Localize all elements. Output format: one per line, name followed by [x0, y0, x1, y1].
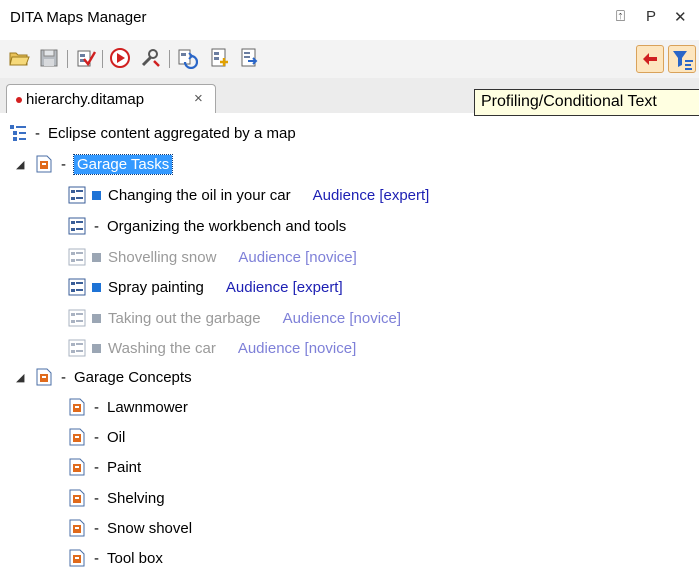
- separator-dash: -: [94, 549, 99, 567]
- item-label: Shelving: [107, 489, 165, 507]
- topichead-icon: [35, 368, 53, 386]
- concept-topic-icon: [68, 519, 86, 537]
- toolbar-separator: [102, 50, 103, 68]
- tree-item[interactable]: Spray painting Audience [expert]: [68, 273, 343, 301]
- item-label: Washing the car: [108, 339, 216, 357]
- profiling-tooltip: Profiling/Conditional Text: [474, 89, 699, 116]
- concept-topic-icon: [68, 489, 86, 507]
- tree-item[interactable]: Taking out the garbage Audience [novice]: [68, 304, 401, 332]
- item-label: Oil: [107, 428, 126, 446]
- refresh-references-icon[interactable]: [176, 47, 198, 69]
- tree-item[interactable]: - Shelving: [68, 484, 165, 512]
- item-label: Shovelling snow: [108, 248, 217, 266]
- show-profiling-icon[interactable]: [636, 45, 664, 73]
- task-topic-icon: [68, 217, 86, 235]
- separator-dash: -: [94, 428, 99, 446]
- separator-dash: -: [94, 217, 99, 235]
- open-folder-icon[interactable]: [8, 47, 30, 69]
- modified-indicator-icon: [16, 97, 22, 103]
- separator-dash: -: [94, 398, 99, 416]
- task-topic-icon: [68, 186, 86, 204]
- expanded-arrow-icon[interactable]: ◢: [16, 371, 28, 384]
- tree-item[interactable]: - Oil: [68, 423, 125, 451]
- item-label: Snow shovel: [107, 519, 193, 537]
- tab-hierarchy-ditamap[interactable]: hierarchy.ditamap ×: [6, 84, 216, 114]
- concept-topic-icon: [68, 428, 86, 446]
- audience-label: Audience [novice]: [282, 309, 402, 327]
- insert-topic-ref-icon[interactable]: [238, 47, 260, 69]
- profiling-marker-icon: [92, 282, 101, 292]
- toolbar: [0, 40, 699, 79]
- root-label: Eclipse content aggregated by a map: [48, 124, 296, 142]
- tree-item[interactable]: - Lawnmower: [68, 393, 188, 421]
- task-topic-icon: [68, 278, 86, 296]
- profiling-marker-icon: [92, 313, 101, 323]
- apply-transform-icon[interactable]: [109, 47, 131, 69]
- separator-dash: -: [35, 124, 40, 142]
- task-topic-icon: [68, 309, 86, 327]
- separator-dash: -: [61, 368, 66, 386]
- separator-dash: -: [61, 155, 66, 173]
- group-label: Garage Tasks: [72, 153, 174, 175]
- task-topic-icon: [68, 248, 86, 266]
- view-title: DITA Maps Manager: [10, 9, 147, 26]
- validate-map-icon[interactable]: [75, 47, 97, 69]
- concept-topic-icon: [68, 549, 86, 567]
- tree-group[interactable]: ◢ - Garage Tasks: [16, 150, 174, 178]
- item-label: Lawnmower: [107, 398, 188, 416]
- concept-topic-icon: [68, 398, 86, 416]
- item-label: Spray painting: [108, 278, 204, 296]
- tree-item[interactable]: - Tool box: [68, 544, 163, 572]
- audience-label: Audience [novice]: [237, 339, 357, 357]
- expanded-arrow-icon[interactable]: ◢: [16, 158, 28, 171]
- tree-item[interactable]: Shovelling snow Audience [novice]: [68, 243, 357, 271]
- tree-root[interactable]: - Eclipse content aggregated by a map: [9, 119, 296, 147]
- item-label: Paint: [107, 458, 142, 476]
- toolbar-separator: [169, 50, 170, 68]
- restore-icon[interactable]: ⍐: [616, 8, 625, 25]
- tree-item[interactable]: - Organizing the workbench and tools: [68, 212, 346, 240]
- profiling-marker-icon: [92, 252, 101, 262]
- item-label: Tool box: [107, 549, 163, 567]
- save-icon[interactable]: [38, 47, 60, 69]
- map-root-icon: [9, 124, 27, 142]
- concept-topic-icon: [68, 458, 86, 476]
- profiling-filter-icon[interactable]: [668, 45, 696, 73]
- tree-group[interactable]: ◢ - Garage Concepts: [16, 363, 192, 391]
- separator-dash: -: [94, 489, 99, 507]
- toolbar-separator: [67, 50, 68, 68]
- close-icon[interactable]: ✕: [674, 8, 687, 26]
- audience-label: Audience [expert]: [312, 186, 430, 204]
- tree-item[interactable]: - Snow shovel: [68, 514, 192, 542]
- tree-item[interactable]: - Paint: [68, 453, 141, 481]
- item-label: Changing the oil in your car: [108, 186, 291, 204]
- tree-item[interactable]: Changing the oil in your car Audience [e…: [68, 181, 429, 209]
- topichead-icon: [35, 155, 53, 173]
- tab-close-icon[interactable]: ×: [194, 90, 203, 107]
- item-label: Organizing the workbench and tools: [107, 217, 347, 235]
- separator-dash: -: [94, 519, 99, 537]
- profiling-marker-icon: [92, 190, 101, 200]
- tree-item[interactable]: Washing the car Audience [novice]: [68, 334, 356, 362]
- task-topic-icon: [68, 339, 86, 357]
- group-label: Garage Concepts: [74, 368, 192, 386]
- audience-label: Audience [novice]: [238, 248, 357, 266]
- audience-label: Audience [expert]: [225, 278, 343, 296]
- separator-dash: -: [94, 458, 99, 476]
- configure-transform-icon[interactable]: [139, 47, 161, 69]
- item-label: Taking out the garbage: [108, 309, 261, 327]
- insert-topic-icon[interactable]: [208, 47, 230, 69]
- view-title-bar: DITA Maps Manager ⍐ Ρ ✕: [0, 0, 699, 40]
- tooltip-text: Profiling/Conditional Text: [481, 93, 657, 110]
- pin-icon[interactable]: Ρ: [646, 8, 656, 25]
- map-tree-view: - Eclipse content aggregated by a map ◢ …: [0, 113, 699, 570]
- profiling-marker-icon: [92, 343, 101, 353]
- tab-label: hierarchy.ditamap: [26, 91, 145, 108]
